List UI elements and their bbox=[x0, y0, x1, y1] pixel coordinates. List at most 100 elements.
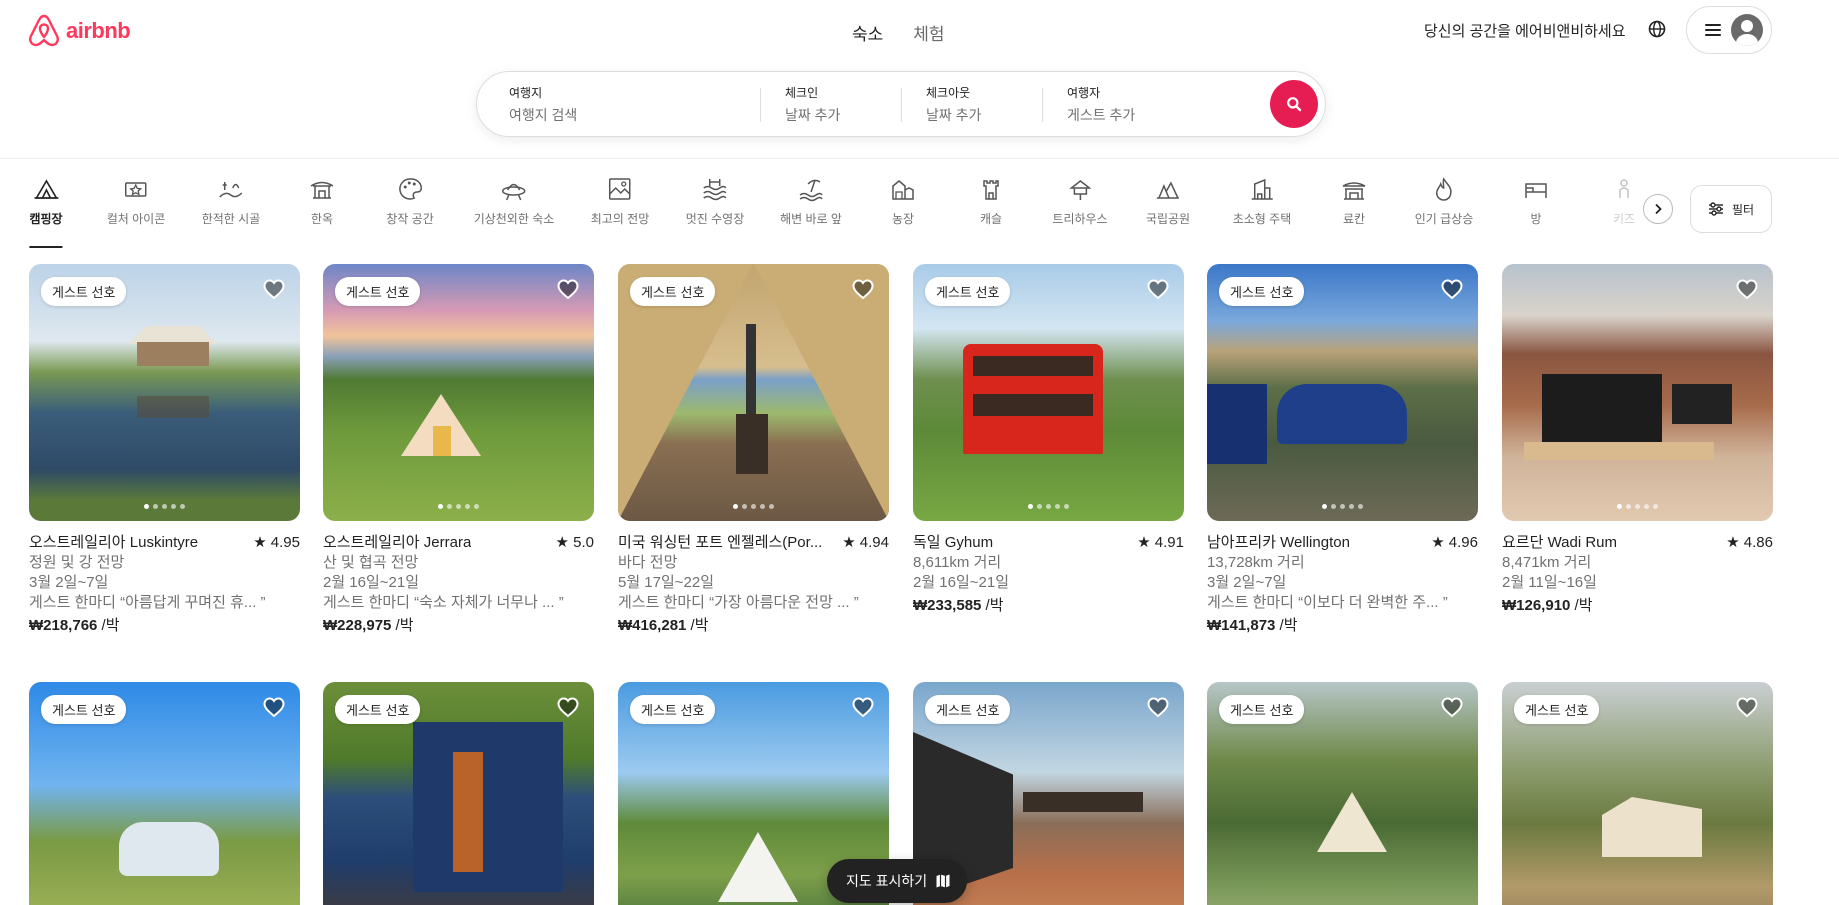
heart-icon[interactable] bbox=[556, 277, 580, 301]
guest-favorite-badge: 게스트 선호 bbox=[1219, 277, 1305, 306]
listing-title: 오스트레일리아 Jerrara bbox=[323, 534, 472, 551]
category-label: 키즈 bbox=[1612, 212, 1636, 226]
listing-dates: 3월 2일~7일 bbox=[29, 574, 109, 591]
listing-photo[interactable]: 게스트 선호 bbox=[29, 264, 300, 521]
listing-photo[interactable]: 게스트 선호 bbox=[29, 682, 300, 905]
airbnb-logo-icon bbox=[29, 14, 59, 47]
listing-card[interactable]: 게스트 선호 bbox=[1207, 682, 1478, 905]
heart-icon[interactable] bbox=[1146, 695, 1170, 719]
listing-subtitle: 8,471km 거리 bbox=[1502, 554, 1592, 571]
search-checkin[interactable]: 체크인 날짜 추가 bbox=[785, 84, 840, 125]
guest-favorite-badge: 게스트 선호 bbox=[335, 695, 421, 724]
listing-photo[interactable]: 게스트 선호 bbox=[913, 264, 1184, 521]
listing-card[interactable]: 게스트 선호 bbox=[1502, 682, 1773, 905]
category-label: 국립공원 bbox=[1145, 212, 1191, 226]
checkin-input[interactable]: 날짜 추가 bbox=[785, 105, 840, 125]
heart-icon[interactable] bbox=[1735, 695, 1759, 719]
checkout-input[interactable]: 날짜 추가 bbox=[926, 105, 981, 125]
camping-icon bbox=[34, 179, 58, 199]
category-camping[interactable]: 캠핑장 bbox=[29, 176, 63, 248]
photo-pagination-dots bbox=[323, 504, 594, 509]
listing-photo[interactable]: 게스트 선호 bbox=[1502, 682, 1773, 905]
category-rooms[interactable]: 방 bbox=[1523, 176, 1549, 227]
listing-rating: ★ 4.91 bbox=[1137, 534, 1184, 551]
logo-text: airbnb bbox=[66, 18, 131, 43]
kids-icon bbox=[1619, 179, 1629, 198]
listing-review: 게스트 한마디 “이보다 더 완벽한 주... ” bbox=[1207, 594, 1448, 611]
category-creative-space[interactable]: 창작 공간 bbox=[386, 176, 434, 227]
price-unit: /박 bbox=[391, 617, 414, 634]
culture-icon bbox=[125, 182, 147, 197]
listing-card[interactable]: 게스트 선호 오스트레일리아 Jerrara ★ 5.0 산 및 협곡 전망 2월 16… bbox=[323, 264, 594, 636]
globe-icon[interactable] bbox=[1646, 18, 1668, 40]
trending-icon bbox=[1436, 177, 1452, 201]
category-hanok[interactable]: 한옥 bbox=[309, 176, 335, 227]
airbnb-logo[interactable]: airbnb bbox=[28, 14, 131, 48]
listing-photo[interactable]: 게스트 선호 bbox=[1207, 264, 1478, 521]
category-amazing-views[interactable]: 최고의 전망 bbox=[591, 176, 649, 227]
listing-photo[interactable]: 게스트 선호 bbox=[618, 264, 889, 521]
listing-photo[interactable]: 게스트 선호 bbox=[323, 682, 594, 905]
search-divider bbox=[760, 88, 761, 122]
heart-icon[interactable] bbox=[262, 277, 286, 301]
search-button[interactable] bbox=[1270, 80, 1318, 128]
nav-experiences[interactable]: 체험 bbox=[913, 20, 944, 45]
heart-icon[interactable] bbox=[1735, 277, 1759, 301]
castle-icon bbox=[983, 180, 999, 200]
listing-card[interactable]: 게스트 선호 bbox=[323, 682, 594, 905]
heart-icon[interactable] bbox=[851, 277, 875, 301]
price-unit: /박 bbox=[1570, 597, 1593, 614]
heart-icon[interactable] bbox=[1146, 277, 1170, 301]
category-farm[interactable]: 농장 bbox=[890, 176, 916, 227]
category-omg[interactable]: 기상천외한 숙소 bbox=[474, 176, 554, 227]
listing-card[interactable]: 요르단 Wadi Rum ★ 4.86 8,471km 거리 2월 11일~16일 ₩1… bbox=[1502, 264, 1773, 616]
category-label: 인기 급상승 bbox=[1414, 212, 1474, 226]
listing-card[interactable]: 게스트 선호 남아프리카 Wellington ★ 4.96 13,728km 거리 3… bbox=[1207, 264, 1478, 636]
nav-stays[interactable]: 숙소 bbox=[852, 20, 883, 45]
menu-icon bbox=[1705, 24, 1721, 36]
show-map-button[interactable]: 지도 표시하기 bbox=[827, 859, 968, 903]
user-menu-button[interactable] bbox=[1686, 6, 1772, 54]
category-castle[interactable]: 캐슬 bbox=[978, 176, 1004, 227]
listing-card[interactable]: 게스트 선호 독일 Gyhum ★ 4.91 8,611km 거리 2월 16일~21일… bbox=[913, 264, 1184, 616]
category-culture[interactable]: 컬처 아이콘 bbox=[106, 176, 166, 227]
listing-photo[interactable]: 게스트 선호 bbox=[323, 264, 594, 521]
category-beachfront[interactable]: 해변 바로 앞 bbox=[780, 176, 842, 227]
category-trending[interactable]: 인기 급상승 bbox=[1414, 176, 1474, 227]
search-guests[interactable]: 여행자 게스트 추가 bbox=[1067, 84, 1135, 125]
category-national-park[interactable]: 국립공원 bbox=[1146, 176, 1190, 227]
heart-icon[interactable] bbox=[1440, 277, 1464, 301]
search-where[interactable]: 여행지 여행지 검색 bbox=[509, 84, 577, 125]
category-treehouse[interactable]: 트리하우스 bbox=[1052, 176, 1108, 227]
price-amount: ₩233,585 bbox=[913, 597, 982, 614]
heart-icon[interactable] bbox=[851, 695, 875, 719]
listing-photo[interactable]: 게스트 선호 bbox=[1207, 682, 1478, 905]
listing-dates: 2월 11일~16일 bbox=[1502, 574, 1597, 591]
heart-icon[interactable] bbox=[262, 695, 286, 719]
category-tiny-home[interactable]: 초소형 주택 bbox=[1233, 176, 1291, 227]
filter-button[interactable]: 필터 bbox=[1690, 185, 1772, 233]
category-label: 컬처 아이콘 bbox=[106, 212, 166, 226]
guest-favorite-badge: 게스트 선호 bbox=[1514, 695, 1600, 724]
where-input[interactable]: 여행지 검색 bbox=[509, 105, 577, 125]
search-checkout[interactable]: 체크아웃 날짜 추가 bbox=[926, 84, 981, 125]
amazing-views-icon bbox=[609, 178, 631, 200]
category-label: 방 bbox=[1530, 212, 1542, 226]
listing-card[interactable]: 게스트 선호 오스트레일리아 Luskintyre ★ 4.95 정원 및 강 전망 3… bbox=[29, 264, 300, 636]
heart-icon[interactable] bbox=[1440, 695, 1464, 719]
listing-photo[interactable] bbox=[1502, 264, 1773, 521]
listing-card[interactable]: 게스트 선호 bbox=[29, 682, 300, 905]
category-pool[interactable]: 멋진 수영장 bbox=[686, 176, 744, 227]
photo-pagination-dots bbox=[1207, 504, 1478, 509]
map-icon bbox=[936, 874, 950, 888]
host-link[interactable]: 당신의 공간을 에어비앤비하세요 bbox=[1424, 20, 1626, 41]
listing-card[interactable]: 게스트 선호 미국 워싱턴 포트 엔젤레스(Por... ★ 4.94 바다 전망 5월… bbox=[618, 264, 889, 636]
category-kids[interactable]: 키즈 bbox=[1611, 176, 1637, 227]
category-next-button[interactable] bbox=[1643, 194, 1673, 224]
listing-price: ₩416,281 /박 bbox=[618, 616, 889, 636]
price-amount: ₩218,766 bbox=[29, 617, 98, 634]
category-countryside[interactable]: 한적한 시골 bbox=[202, 176, 260, 227]
heart-icon[interactable] bbox=[556, 695, 580, 719]
category-ryokan[interactable]: 료칸 bbox=[1341, 176, 1367, 227]
guests-input[interactable]: 게스트 추가 bbox=[1067, 105, 1135, 125]
